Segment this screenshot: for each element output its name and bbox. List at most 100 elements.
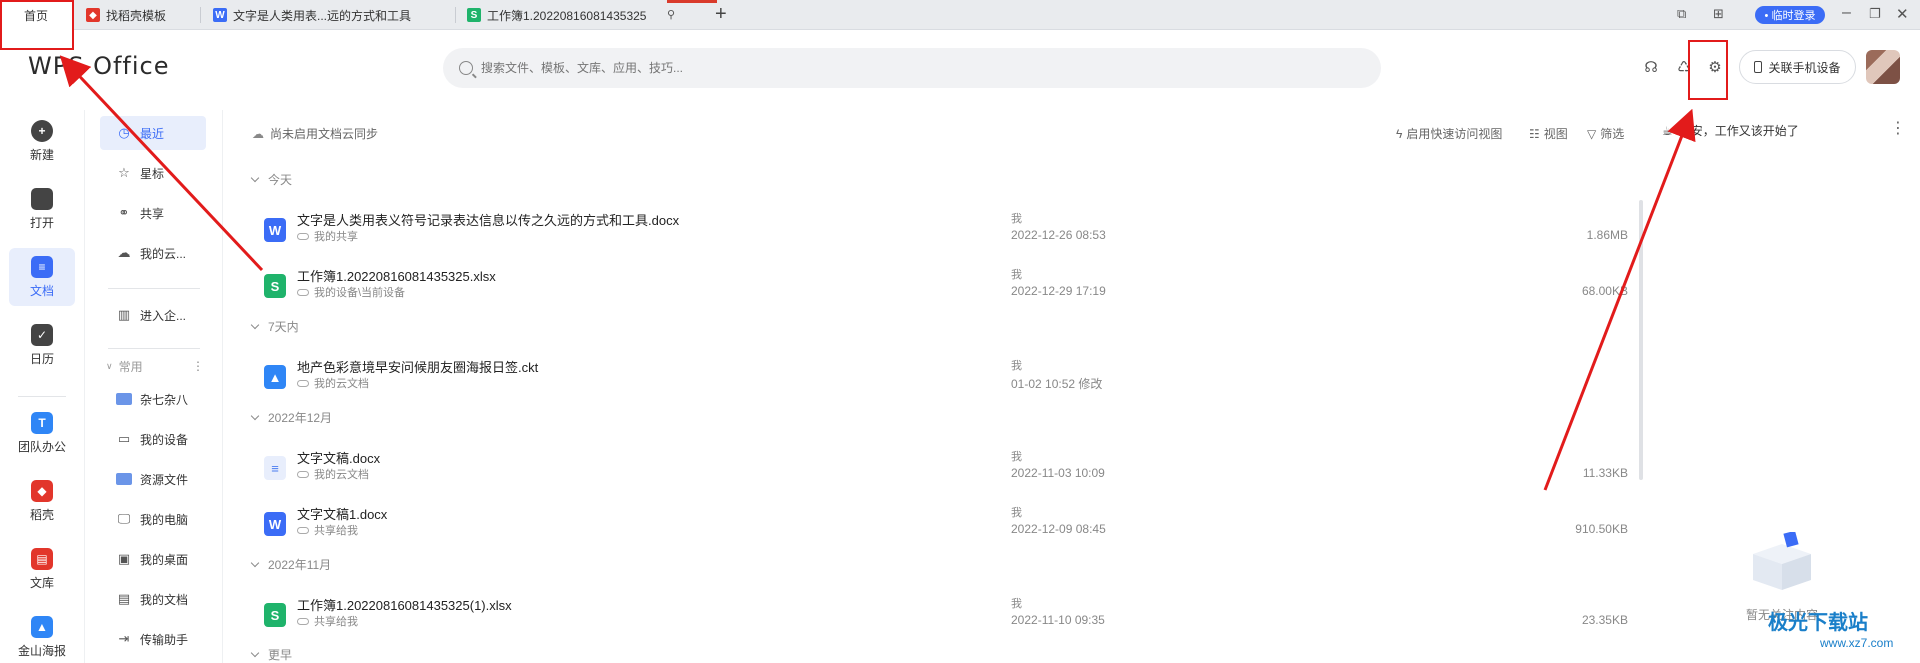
pin-icon[interactable]: ⚲ [667, 8, 675, 21]
nav-transfer[interactable]: ⇥ 传输助手 [100, 622, 206, 656]
filter-label: 筛选 [1600, 127, 1625, 141]
folder-icon [116, 473, 132, 485]
file-location: 我的云文档 [297, 375, 369, 391]
file-name: 工作簿1.20220816081435325(1).xlsx [297, 598, 512, 613]
view-button[interactable]: ☷ 视图 [1529, 125, 1568, 142]
tab-label: 找稻壳模板 [106, 8, 167, 23]
nav-label: 传输助手 [140, 632, 189, 647]
quick-view-label: 启用快速访问视图 [1406, 127, 1503, 141]
cloud-off-icon: ☁ [252, 126, 264, 141]
search-input[interactable] [481, 61, 1281, 75]
phone-icon [1754, 61, 1763, 73]
file-name: 文字文稿.docx [297, 451, 381, 466]
chevron-down-icon [250, 411, 260, 421]
group-dec-2022[interactable]: 2022年12月 [250, 409, 333, 426]
rail-open[interactable]: 打开 [9, 180, 75, 238]
cloud-icon [297, 379, 309, 387]
file-row[interactable]: ▲ 地产色彩意境早安问候朋友圈海报日签.ckt 我的云文档 我 01-02 10… [256, 355, 1628, 405]
nav-separator [108, 288, 200, 289]
annotation-box-home [0, 0, 74, 50]
lightning-icon: ϟ [1396, 126, 1403, 141]
library-icon: ▤ [31, 547, 53, 570]
file-date: 2022-12-09 08:45 [1011, 522, 1106, 536]
nav-star[interactable]: ☆ 星标 [100, 156, 206, 190]
group-today[interactable]: 今天 [250, 171, 292, 188]
tab-docer-templates[interactable]: ◆ 找稻壳模板 [86, 0, 196, 30]
quick-view-button[interactable]: ϟ 启用快速访问视图 [1396, 125, 1502, 142]
file-row[interactable]: W 文字是人类用表义符号记录表达信息以传之久远的方式和工具.docx 我的共享 … [256, 208, 1628, 258]
more-icon[interactable]: ⋮ [1890, 118, 1906, 138]
watermark-url: www.xz7.com [1820, 636, 1894, 650]
scrollbar[interactable] [1639, 200, 1643, 480]
share-icon: ⚭ [118, 205, 130, 220]
file-row[interactable]: S 工作簿1.20220816081435325.xlsx 我的设备\当前设备 … [256, 264, 1628, 314]
nav-label: 我的云... [140, 246, 187, 261]
greeting: ☕ 早安，工作又该开始了 [1662, 122, 1799, 139]
nav-enterprise[interactable]: ▥ 进入企... [100, 298, 206, 332]
file-row[interactable]: S 工作簿1.20220816081435325(1).xlsx 共享给我 我 … [256, 593, 1628, 643]
file-row[interactable]: ≡ 文字文稿.docx 我的云文档 我 2022-11-03 10:09 11.… [256, 446, 1628, 496]
tab-sheet-workbook[interactable]: S 工作簿1.20220816081435325 [467, 0, 667, 30]
file-date: 2022-11-10 09:35 [1011, 613, 1105, 627]
rail-separator [18, 396, 66, 397]
empty-box-icon [1753, 532, 1811, 590]
file-date: 2022-11-03 10:09 [1011, 466, 1105, 480]
rail-library[interactable]: ▤ 文库 [9, 540, 75, 598]
apps-grid-icon[interactable]: ⊞ [1713, 6, 1724, 22]
minimize-icon[interactable]: – [1842, 4, 1851, 22]
group-7days[interactable]: 7天内 [250, 318, 299, 335]
rail-calendar[interactable]: ✓ 日历 [9, 316, 75, 374]
tab-writer-doc[interactable]: W 文字是人类用表...远的方式和工具 [213, 0, 463, 30]
search-bar[interactable] [443, 48, 1381, 88]
group-label: 2022年12月 [268, 411, 333, 425]
restore-icon[interactable]: ❐ [1869, 6, 1881, 22]
nav-folder[interactable]: 杂七杂八 [100, 382, 206, 416]
rail-team[interactable]: T 团队办公 [9, 404, 75, 462]
file-row[interactable]: W 文字文稿1.docx 共享给我 我 2022-12-09 08:45 910… [256, 502, 1628, 552]
new-tab-button[interactable]: + [715, 4, 727, 24]
headset-icon[interactable]: ☊ [1642, 58, 1660, 76]
computer-icon: 🖵 [117, 511, 131, 526]
nav-my-computer[interactable]: 🖵 我的电脑 [100, 502, 206, 536]
filter-button[interactable]: ▽ 筛选 [1587, 125, 1624, 142]
rail-poster[interactable]: ▲ 金山海报 [9, 608, 75, 663]
nav-label: 杂七杂八 [140, 392, 189, 407]
rail-label: 金山海报 [17, 643, 66, 658]
cloud-sync-notice[interactable]: ☁ 尚未启用文档云同步 [252, 125, 378, 142]
search-icon [459, 61, 473, 75]
file-size: 1.86MB [1586, 228, 1628, 242]
docer-icon: ◆ [31, 479, 53, 502]
nav-folder[interactable]: 资源文件 [100, 462, 206, 496]
nav-divider [222, 110, 223, 663]
rail-new[interactable]: + 新建 [9, 112, 75, 170]
more-icon[interactable]: ⋮ [192, 359, 204, 373]
rail-docs[interactable]: ≡ 文档 [9, 248, 75, 306]
building-icon: ▥ [117, 307, 131, 322]
nav-my-desktop[interactable]: ▣ 我的桌面 [100, 542, 206, 576]
nav-recent[interactable]: ◷ 最近 [100, 116, 206, 150]
file-date: 2022-12-29 17:19 [1011, 284, 1106, 298]
nav-my-documents[interactable]: ▤ 我的文档 [100, 582, 206, 616]
link-phone-button[interactable]: 关联手机设备 [1739, 50, 1856, 84]
group-nov-2022[interactable]: 2022年11月 [250, 556, 331, 573]
nav-common-label: 常用 [118, 359, 143, 374]
transfer-icon: ⇥ [118, 631, 130, 646]
file-location: 共享给我 [297, 522, 358, 538]
nav-label: 我的文档 [140, 592, 189, 607]
tab-divider [200, 7, 201, 23]
nav-cloud[interactable]: ☁ 我的云... [100, 236, 206, 270]
wps-sheet-icon: S [467, 8, 481, 22]
group-earlier[interactable]: 更早 [250, 646, 292, 663]
nav-common-header[interactable]: ∨ 常用 ⋮ [100, 356, 204, 376]
rail-docer[interactable]: ◆ 稻壳 [9, 472, 75, 530]
nav-my-device[interactable]: ▭ 我的设备 [100, 422, 206, 456]
close-icon[interactable]: ✕ [1896, 5, 1909, 23]
wps-writer-icon: W [213, 8, 227, 22]
desktop-icon: ▣ [117, 551, 131, 566]
avatar[interactable] [1866, 50, 1900, 84]
temp-login-button[interactable]: • 临时登录 [1755, 6, 1825, 24]
nav-share[interactable]: ⚭ 共享 [100, 196, 206, 230]
star-icon: ☆ [118, 165, 130, 180]
two-page-view-icon[interactable]: ⧉ [1677, 6, 1686, 22]
file-owner: 我 [1011, 269, 1022, 281]
